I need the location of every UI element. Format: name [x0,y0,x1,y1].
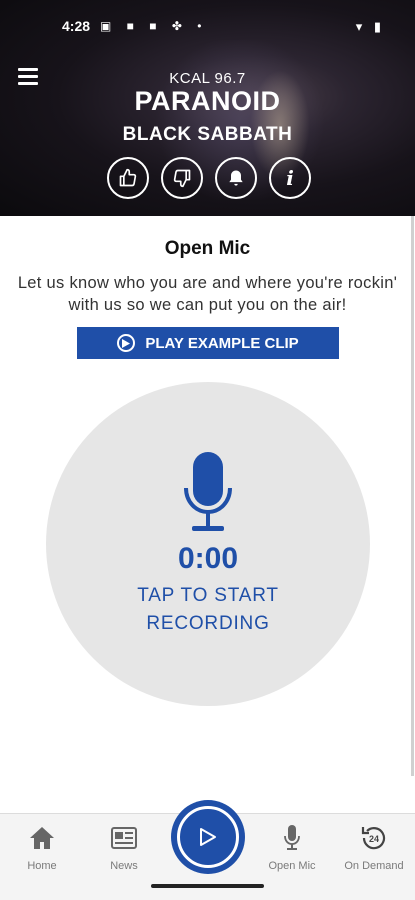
play-icon [200,828,216,846]
thumbs-down-button[interactable] [161,157,203,199]
record-button[interactable]: 0:00 TAP TO START RECORDING [46,382,370,706]
status-time: 4:28 [62,18,91,34]
open-mic-description: Let us know who you are and where you're… [17,274,398,314]
nav-item-on-demand[interactable]: 24 On Demand [334,824,414,872]
info-button[interactable]: i [269,157,311,199]
open-mic-page: Open Mic Let us know who you are and whe… [0,216,415,813]
nav-item-open-mic[interactable]: Open Mic [252,824,332,872]
station-name: KCAL 96.7 [169,70,246,87]
artist-name: BLACK SABBATH [122,124,293,145]
page-title: Open Mic [164,238,251,259]
scrollbar[interactable] [411,216,414,776]
microphone-icon [284,825,300,850]
bell-icon [229,170,243,186]
nav-label-on-demand: On Demand [344,860,404,872]
tap-to-record-text: TAP TO START RECORDING [46,582,370,638]
play-circle-icon [117,334,136,352]
nav-item-news[interactable]: News [84,824,164,872]
song-actions: i [107,157,311,199]
play-example-label: PLAY EXAMPLE CLIP [145,334,299,352]
tap-text-line-1: TAP TO START [137,585,279,606]
thumbs-up-button[interactable] [107,157,149,199]
home-indicator[interactable] [151,884,264,888]
notification-icons: ▣ ■ ■ ✤ • [100,19,208,33]
nav-label-news: News [110,860,138,872]
thumbs-up-icon [119,168,137,187]
home-icon [30,827,54,849]
song-title: PARANOID [134,86,281,116]
microphone-icon [184,452,232,531]
news-icon [111,827,137,849]
now-playing-header: 4:28 ▣ ■ ■ ✤ • ▾ ▮ KCAL 96.7 PARANOID BL… [0,0,415,216]
main-play-button[interactable] [171,800,245,874]
nav-label-open-mic: Open Mic [268,860,316,872]
on-demand-24-icon: 24 [361,827,386,850]
nav-item-home[interactable]: Home [2,824,82,872]
recording-timer: 0:00 [177,542,239,575]
status-bar: 4:28 ▣ ■ ■ ✤ • ▾ ▮ [0,14,415,42]
system-navigation-bar [0,875,415,900]
nav-label-home: Home [27,860,57,872]
on-demand-badge: 24 [369,834,379,844]
alert-bell-button[interactable] [215,157,257,199]
wifi-battery-icons: ▾ ▮ [355,19,385,34]
thumbs-down-icon [173,169,191,188]
tap-text-line-2: RECORDING [146,613,270,634]
info-icon: i [286,166,294,190]
play-example-clip-button[interactable]: PLAY EXAMPLE CLIP [77,327,339,359]
